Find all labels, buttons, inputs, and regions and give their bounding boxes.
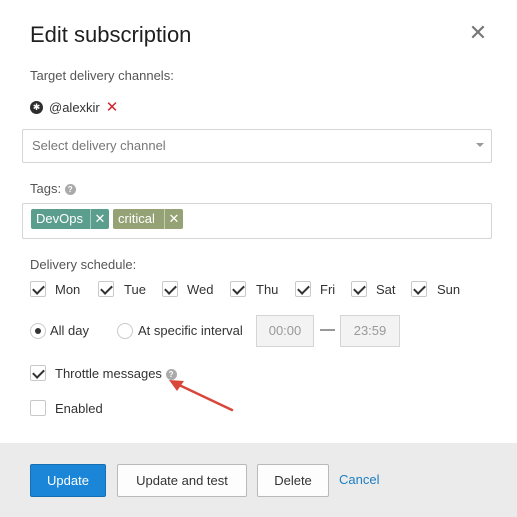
checkbox-sat[interactable] bbox=[351, 281, 367, 297]
day-label-wed: Wed bbox=[187, 282, 214, 297]
enabled-checkbox[interactable] bbox=[30, 400, 46, 416]
checkbox-thu[interactable] bbox=[230, 281, 246, 297]
remove-tag-icon[interactable]: ✕ bbox=[164, 209, 183, 229]
dialog-title: Edit subscription bbox=[30, 22, 192, 47]
time-from-input[interactable]: 00:00 bbox=[256, 315, 314, 347]
radio-specific-interval[interactable] bbox=[117, 323, 133, 339]
day-label-tue: Tue bbox=[124, 282, 146, 297]
day-label-sun: Sun bbox=[437, 282, 461, 297]
delete-button[interactable]: Delete bbox=[257, 464, 329, 497]
help-icon[interactable]: ? bbox=[64, 184, 76, 196]
schedule-label: Delivery schedule: bbox=[30, 257, 137, 272]
chevron-down-icon bbox=[476, 143, 484, 147]
checkbox-mon[interactable] bbox=[30, 281, 46, 297]
checkbox-wed[interactable] bbox=[162, 281, 178, 297]
edit-subscription-dialog: Edit subscription ✕ Target delivery chan… bbox=[0, 0, 517, 517]
throttle-row: Throttle messages ? bbox=[55, 366, 177, 381]
annotation-arrow-icon bbox=[169, 380, 234, 412]
tag-label: DevOps bbox=[36, 211, 83, 226]
day-label-mon: Mon bbox=[55, 282, 81, 297]
update-and-test-button[interactable]: Update and test bbox=[117, 464, 247, 497]
slack-icon: ✱ bbox=[30, 100, 43, 114]
checkbox-sun[interactable] bbox=[411, 281, 427, 297]
remove-channel-icon[interactable]: ✕ bbox=[106, 98, 119, 116]
throttle-label: Throttle messages bbox=[55, 366, 162, 381]
tags-input[interactable]: DevOps ✕ critical ✕ bbox=[22, 203, 492, 239]
checkbox-tue[interactable] bbox=[98, 281, 114, 297]
throttle-checkbox[interactable] bbox=[30, 365, 46, 381]
cancel-link[interactable]: Cancel bbox=[339, 472, 379, 487]
time-to-input[interactable]: 23:59 bbox=[340, 315, 400, 347]
checkbox-fri[interactable] bbox=[295, 281, 311, 297]
channels-label: Target delivery channels: bbox=[30, 68, 174, 83]
channel-chip: ✱ @alexkir ✕ bbox=[30, 98, 118, 116]
time-separator: — bbox=[320, 321, 335, 338]
remove-tag-icon[interactable]: ✕ bbox=[90, 209, 109, 229]
delivery-channel-select[interactable]: Select delivery channel bbox=[22, 129, 492, 163]
day-label-sat: Sat bbox=[376, 282, 396, 297]
tags-label-row: Tags: ? bbox=[30, 181, 76, 196]
arrow-shaft bbox=[175, 382, 234, 412]
select-placeholder: Select delivery channel bbox=[32, 138, 166, 153]
all-day-label: All day bbox=[50, 323, 90, 338]
update-button[interactable]: Update bbox=[30, 464, 106, 497]
tag-devops: DevOps ✕ bbox=[31, 209, 109, 229]
tag-critical: critical ✕ bbox=[113, 209, 183, 229]
day-label-thu: Thu bbox=[256, 282, 279, 297]
interval-label: At specific interval bbox=[138, 323, 243, 338]
channel-name: @alexkir bbox=[49, 99, 100, 115]
tag-label: critical bbox=[118, 211, 155, 226]
close-icon[interactable]: ✕ bbox=[468, 22, 488, 44]
tags-label: Tags: bbox=[30, 181, 62, 196]
day-label-fri: Fri bbox=[320, 282, 336, 297]
enabled-label: Enabled bbox=[55, 401, 103, 416]
radio-all-day[interactable] bbox=[30, 323, 46, 339]
